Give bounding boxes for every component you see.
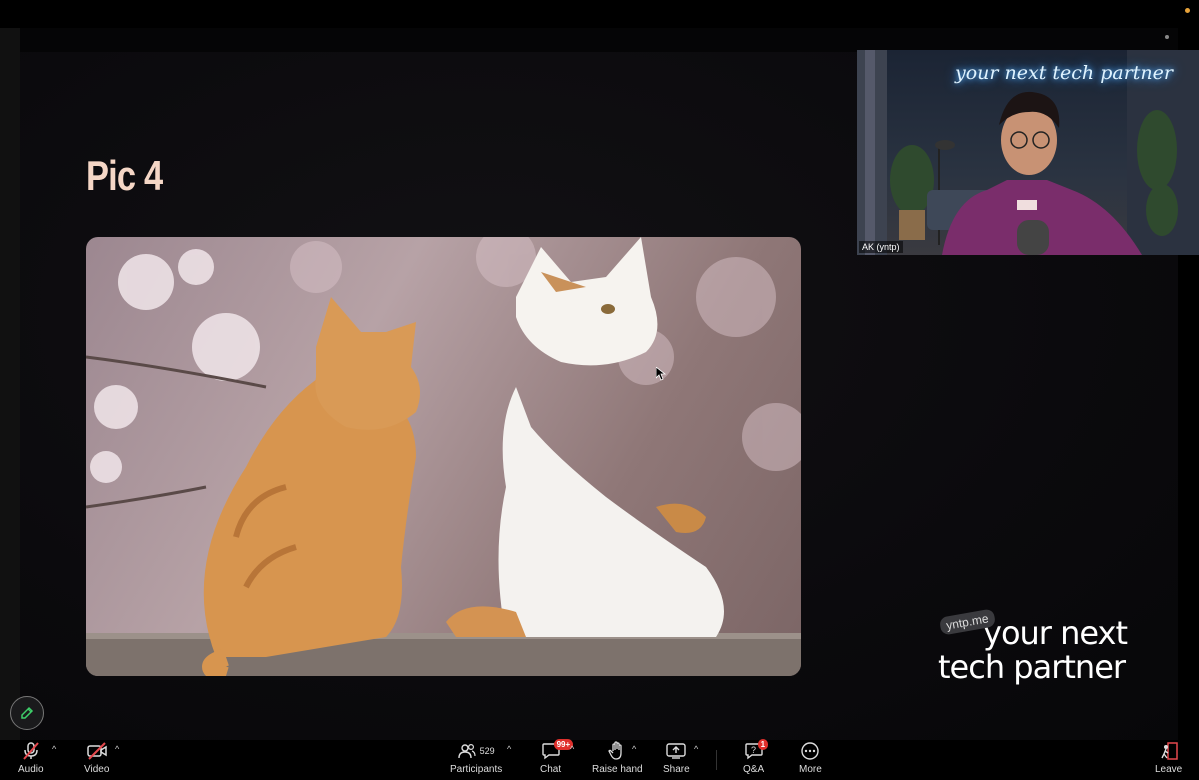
mouse-cursor-icon [656, 367, 666, 381]
video-options-chevron-up-icon[interactable]: ^ [115, 744, 119, 754]
share-screen-icon [666, 743, 687, 759]
more-button[interactable]: More [799, 740, 822, 775]
leave-label: Leave [1155, 764, 1183, 775]
mic-muted-icon [23, 742, 39, 760]
video-off-icon [86, 742, 107, 760]
share-button[interactable]: Share [663, 740, 690, 775]
left-edge [0, 28, 20, 740]
annotate-button[interactable] [10, 696, 44, 730]
toolbar-divider [716, 750, 717, 770]
qa-button[interactable]: ? 1 Q&A [743, 739, 769, 775]
neon-sign-text: your next tech partner [955, 62, 1173, 84]
participants-icon [457, 743, 476, 759]
video-button[interactable]: Video [84, 740, 109, 775]
speaker-name-label: AK (yntp) [859, 241, 903, 253]
share-options-chevron-up-icon[interactable]: ^ [694, 744, 698, 754]
chat-button[interactable]: 99+ Chat [540, 739, 574, 775]
meeting-toolbar: Audio ^ Video ^ 529 Participants ^ 99+ C… [0, 739, 1199, 780]
audio-options-chevron-up-icon[interactable]: ^ [52, 744, 56, 754]
svg-text:?: ? [751, 745, 756, 755]
recording-indicator-icon [1185, 8, 1190, 13]
raise-hand-icon [608, 741, 622, 760]
reactions-chevron-up-icon[interactable]: ^ [632, 744, 636, 754]
watermark-line-2: tech partner [938, 648, 1126, 686]
participants-count: 529 [479, 746, 495, 756]
share-label: Share [663, 764, 690, 775]
participants-label: Participants [450, 764, 503, 775]
chat-label: Chat [540, 764, 562, 775]
qa-label: Q&A [743, 764, 765, 775]
more-label: More [799, 764, 822, 775]
video-label: Video [84, 764, 110, 775]
raise-hand-label: Raise hand [592, 764, 643, 775]
slide-photo-cats [86, 237, 801, 676]
more-options-icon [801, 742, 820, 760]
participants-button[interactable]: 529 Participants [450, 740, 502, 775]
audio-label: Audio [18, 764, 44, 775]
chat-options-chevron-up-icon[interactable]: ^ [570, 744, 574, 754]
audio-button[interactable]: Audio [18, 740, 44, 775]
shared-screen-top [20, 28, 1178, 52]
top-bar [0, 0, 1199, 28]
leave-icon [1160, 742, 1178, 760]
leave-button[interactable]: Leave [1155, 740, 1182, 775]
speaker-video-tile[interactable]: your next tech partner AK (yntp) [857, 50, 1199, 255]
slide-title: Pic 4 [86, 152, 163, 199]
qa-unread-badge: 1 [757, 739, 769, 750]
status-dot-icon [1165, 35, 1169, 39]
participants-options-chevron-up-icon[interactable]: ^ [507, 744, 511, 754]
pencil-icon [21, 706, 34, 719]
